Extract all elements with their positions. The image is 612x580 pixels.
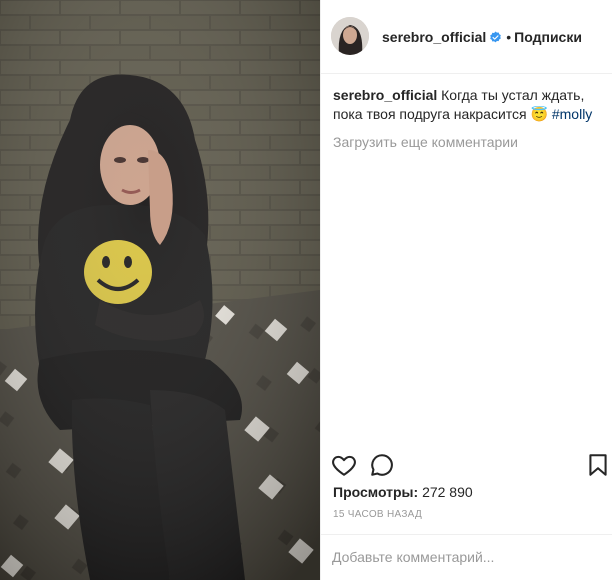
post-side-panel: serebro_official • Подписки serebro_offici… <box>320 0 612 580</box>
caption-username[interactable]: serebro_official <box>333 87 437 103</box>
views-count: Просмотры: 272 890 <box>333 484 473 500</box>
avatar[interactable] <box>331 17 369 55</box>
following-button[interactable]: Подписки <box>514 29 582 45</box>
speech-bubble-icon[interactable] <box>369 452 395 478</box>
post-actions <box>321 447 612 481</box>
post-video[interactable] <box>0 0 320 580</box>
avatar-image <box>331 17 369 55</box>
load-more-comments-button[interactable]: Загрузить еще комментарии <box>333 133 603 152</box>
comments-section: serebro_official Когда ты устал ждать, п… <box>333 86 603 152</box>
verified-badge-icon <box>490 31 502 43</box>
post-timestamp[interactable]: 15 ЧАСОВ НАЗАД <box>333 509 422 520</box>
add-comment-bar <box>321 534 612 580</box>
views-label: Просмотры: <box>333 484 419 500</box>
separator-dot: • <box>506 29 512 45</box>
caption-hashtag[interactable]: #molly <box>552 106 592 122</box>
header-user-row: serebro_official • Подписки <box>382 28 582 46</box>
instagram-post: serebro_official • Подписки serebro_offici… <box>0 0 612 580</box>
header-username[interactable]: serebro_official <box>382 29 486 45</box>
comment-input[interactable] <box>332 547 592 567</box>
post-header: serebro_official • Подписки <box>321 0 612 74</box>
bookmark-icon[interactable] <box>585 452 611 478</box>
views-number: 272 890 <box>422 484 473 500</box>
post-caption: serebro_official Когда ты устал ждать, п… <box>333 86 603 124</box>
heart-outline-icon[interactable] <box>331 452 357 478</box>
video-frame-illustration <box>0 0 320 580</box>
